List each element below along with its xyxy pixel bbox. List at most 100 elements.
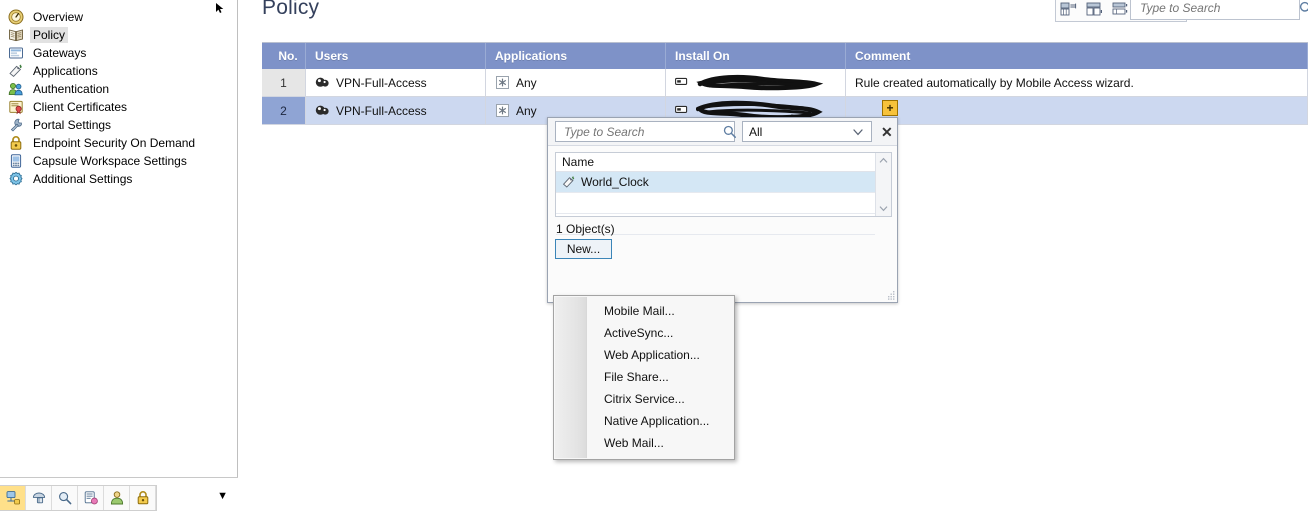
network-object-icon[interactable] (0, 486, 26, 510)
object-picker-popup: All ✕ Name (547, 117, 898, 303)
gateway-icon (675, 75, 690, 90)
cell-users-label: VPN-Full-Access (336, 75, 427, 90)
cell-users-label: VPN-Full-Access (336, 103, 427, 118)
sidebar-item-authentication[interactable]: Authentication (0, 80, 236, 98)
list-item[interactable] (556, 193, 875, 214)
column-header-no[interactable]: No. (262, 43, 306, 69)
cell-no: 1 (262, 69, 306, 97)
menu-item-native-application[interactable]: Native Application... (587, 410, 733, 432)
sidebar-bottom-bar: ▼ (0, 477, 238, 515)
cell-install-on[interactable] (666, 69, 846, 97)
chevron-down-icon[interactable]: ▼ (217, 490, 228, 502)
cell-applications-label: Any (516, 103, 537, 118)
chevron-up-icon[interactable] (876, 154, 891, 167)
picker-filter-value: All (749, 124, 763, 139)
sidebar-item-label: Client Certificates (33, 100, 128, 114)
sidebar-item-label: Endpoint Security On Demand (33, 136, 196, 150)
sidebar-item-policy[interactable]: Policy (0, 26, 236, 44)
menu-item-activesync[interactable]: ActiveSync... (587, 322, 733, 344)
new-button[interactable]: New... (555, 239, 612, 259)
column-header-install-on[interactable]: Install On (666, 43, 846, 69)
search-object-icon[interactable] (52, 486, 78, 510)
menu-gutter (555, 297, 587, 458)
list-item-label: World_Clock (581, 175, 649, 189)
sidebar-item-additional-settings[interactable]: Additional Settings (0, 170, 236, 188)
user-group-icon (315, 75, 330, 90)
sidebar-item-label: Portal Settings (33, 118, 112, 132)
add-plus-icon[interactable]: + (882, 100, 898, 116)
padlock-icon[interactable] (130, 486, 156, 510)
overview-icon (8, 9, 24, 25)
application-window: Overview Policy Gateways Applications Au… (0, 0, 1308, 515)
sidebar: Overview Policy Gateways Applications Au… (0, 0, 238, 515)
any-asterisk-icon (495, 103, 510, 118)
column-header-comment[interactable]: Comment (846, 43, 1308, 69)
sidebar-item-label: Additional Settings (33, 172, 133, 186)
column-header-applications[interactable]: Applications (486, 43, 666, 69)
object-tool-buttons (0, 485, 157, 511)
table-layout-rows-icon[interactable] (1082, 0, 1108, 20)
sidebar-item-applications[interactable]: Applications (0, 62, 236, 80)
sidebar-item-label: Overview (33, 10, 84, 24)
menu-item-web-application[interactable]: Web Application... (587, 344, 733, 366)
sidebar-item-overview[interactable]: Overview (0, 8, 236, 26)
sidebar-item-client-certificates[interactable]: Client Certificates (0, 98, 236, 116)
menu-item-mobile-mail[interactable]: Mobile Mail... (587, 300, 733, 322)
authentication-users-icon (8, 81, 24, 97)
top-search-box[interactable] (1130, 0, 1308, 20)
search-icon (1299, 1, 1308, 15)
sidebar-item-label: Gateways (33, 46, 87, 60)
policy-table: No. Users Applications Install On Commen… (262, 42, 1308, 125)
list-item[interactable]: World_Clock (556, 172, 875, 193)
chevron-down-icon (852, 126, 864, 138)
page-title: Policy (262, 0, 320, 19)
gear-icon (8, 171, 24, 187)
sidebar-item-portal-settings[interactable]: Portal Settings (0, 116, 236, 134)
table-row[interactable]: 1 VPN-Full-Access Any Rule created autom… (262, 69, 1308, 97)
chevron-down-icon[interactable] (876, 202, 891, 215)
user-group-icon (315, 103, 330, 118)
menu-item-file-share[interactable]: File Share... (587, 366, 733, 388)
cell-users[interactable]: VPN-Full-Access (306, 69, 486, 97)
column-header-users[interactable]: Users (306, 43, 486, 69)
picker-object-list: Name World_Clock (555, 152, 892, 235)
cell-applications[interactable]: Any (486, 69, 666, 97)
cell-no: 2 (262, 97, 306, 125)
picker-search-box[interactable] (555, 121, 736, 142)
picker-list-scrollbar[interactable] (875, 153, 891, 216)
search-input[interactable] (1138, 0, 1299, 19)
sidebar-item-endpoint-security[interactable]: Endpoint Security On Demand (0, 134, 236, 152)
server-settings-icon[interactable] (78, 486, 104, 510)
sidebar-nav-list: Overview Policy Gateways Applications Au… (0, 8, 236, 188)
gateway-icon (675, 103, 690, 118)
padlock-icon (8, 135, 24, 151)
menu-item-citrix-service[interactable]: Citrix Service... (587, 388, 733, 410)
close-icon[interactable]: ✕ (881, 125, 893, 139)
sidebar-item-capsule-workspace[interactable]: Capsule Workspace Settings (0, 152, 236, 170)
table-header-row: No. Users Applications Install On Commen… (262, 43, 1308, 69)
main-content: Policy Type to Search No. Users Applicat… (238, 0, 1308, 515)
menu-item-web-mail[interactable]: Web Mail... (587, 432, 733, 454)
cell-users[interactable]: VPN-Full-Access (306, 97, 486, 125)
users-icon[interactable] (104, 486, 130, 510)
picker-filter-dropdown[interactable]: All (742, 121, 872, 142)
sidebar-item-label: Policy (30, 27, 69, 43)
picker-toolbar: All ✕ (548, 118, 897, 146)
sidebar-item-gateways[interactable]: Gateways (0, 44, 236, 62)
table-layout-grid-icon[interactable] (1056, 0, 1082, 20)
applications-tag-icon (8, 63, 24, 79)
sidebar-item-label: Authentication (33, 82, 110, 96)
cell-comment[interactable]: Rule created automatically by Mobile Acc… (846, 69, 1308, 97)
menu-items: Mobile Mail... ActiveSync... Web Applica… (587, 300, 733, 454)
policy-book-icon (8, 27, 24, 43)
object-count-label: 1 Object(s) (556, 222, 615, 236)
picker-list-header[interactable]: Name (556, 153, 875, 172)
sidebar-item-label: Capsule Workspace Settings (33, 154, 187, 168)
vpn-tunnel-icon[interactable] (26, 486, 52, 510)
picker-search-input[interactable] (562, 122, 723, 141)
redacted-gateway-name (696, 72, 826, 94)
picker-list-body: Name World_Clock (556, 153, 875, 235)
cell-comment[interactable] (846, 97, 1308, 125)
sidebar-item-label: Applications (33, 64, 98, 78)
resize-grip-icon[interactable] (886, 291, 895, 300)
